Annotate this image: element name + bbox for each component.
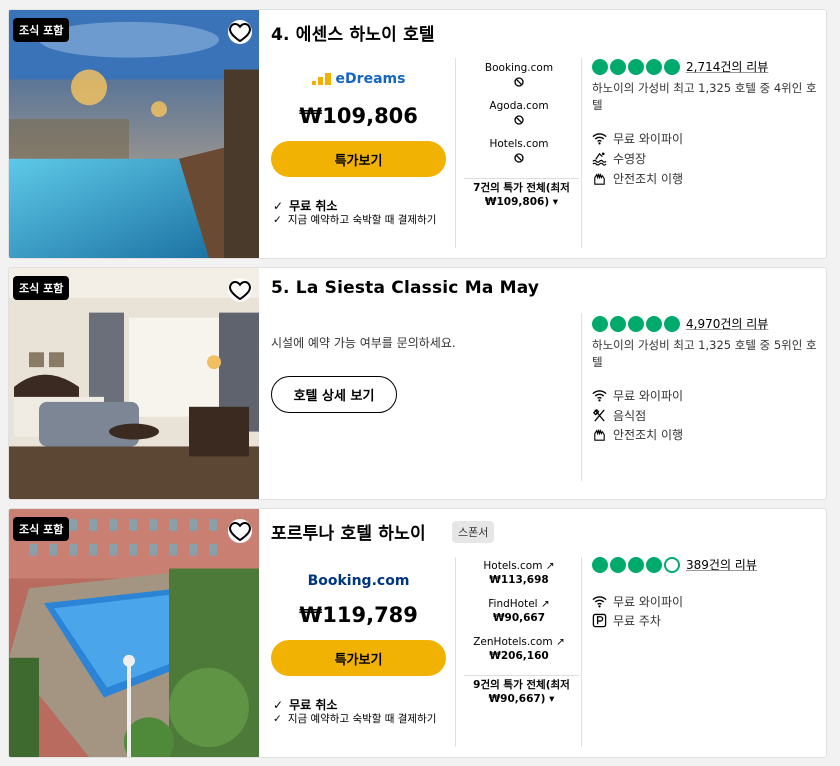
edreams-logo: eDreams: [271, 70, 446, 89]
booking-logo: Booking.com: [307, 573, 410, 589]
hotel-photo[interactable]: 조식 포함: [9, 10, 259, 258]
rating-bubble: [610, 58, 626, 75]
rating-bubble: [664, 315, 680, 332]
divider: [581, 313, 582, 481]
all-deals-link[interactable]: 7건의 특가 전체(최저 ₩109,806) ▾: [464, 178, 579, 209]
amenity-safety: 안전조치 이행: [592, 426, 683, 443]
divider: [581, 557, 582, 747]
view-hotel-details-button[interactable]: 호텔 상세 보기: [271, 376, 397, 413]
caret-down-icon: ▾: [552, 196, 559, 208]
all-deals-link[interactable]: 9건의 특가 전체(최저 ₩90,667) ▾: [464, 675, 579, 706]
breakfast-badge: 조식 포함: [13, 18, 70, 42]
provider-findhotel[interactable]: FindHotel ↗ ₩90,667: [459, 598, 579, 624]
breakfast-badge: 조식 포함: [13, 276, 70, 300]
divider: [455, 58, 456, 248]
sponsored-badge: 스폰서: [452, 521, 495, 543]
rating-bubble: [646, 315, 662, 332]
provider-zenhotels[interactable]: ZenHotels.com ↗ ₩206,160: [459, 636, 579, 662]
pool-icon: [592, 152, 607, 166]
rating[interactable]: 389건의 리뷰: [592, 556, 757, 573]
amenity-pool: 수영장: [592, 150, 646, 167]
hand-sanitizer-icon: [594, 428, 605, 441]
amenity-safety: 안전조치 이행: [592, 170, 683, 187]
rating-bubble: [628, 58, 644, 75]
breakfast-badge: 조식 포함: [13, 517, 70, 541]
wifi-icon: [592, 596, 607, 608]
price: ₩119,789: [299, 603, 418, 627]
heart-icon: [229, 22, 251, 43]
hotel-card-fortuna[interactable]: 조식 포함 포르투나 호텔 하노이 스폰서 Booking.com ₩119,7…: [8, 508, 827, 758]
external-link-icon: ↗: [545, 560, 555, 572]
provider-hotels[interactable]: Hotels.com: [459, 138, 579, 163]
parking-icon: [592, 613, 607, 628]
check-icon: ✓: [273, 198, 284, 213]
rating-bubble: [628, 315, 644, 332]
divider: [581, 58, 582, 248]
rating-bubble-empty: [664, 556, 680, 573]
wifi-icon: [592, 133, 607, 145]
pay-later: ✓ 지금 예약하고 숙박할 때 결제하기: [273, 214, 437, 226]
external-link-icon: ↗: [540, 598, 550, 610]
hotel-card-essence[interactable]: 조식 포함 4. 에센스 하노이 호텔 eDreams ₩109,806 특가보…: [8, 9, 827, 259]
rank-text: 하노이의 가성비 최고 1,325 호텔 중 5위인 호텔: [592, 338, 817, 369]
free-cancel: ✓ 무료 취소: [273, 697, 338, 713]
check-icon: ✓: [273, 713, 282, 725]
rating[interactable]: 2,714건의 리뷰: [592, 58, 768, 75]
provider-booking[interactable]: Booking.com: [459, 62, 579, 87]
hotel-title[interactable]: 포르투나 호텔 하노이: [271, 519, 426, 544]
hotel-photo[interactable]: 조식 포함: [9, 509, 259, 757]
hotel-title[interactable]: 5. La Siesta Classic Ma May: [271, 278, 539, 298]
rating[interactable]: 4,970건의 리뷰: [592, 315, 768, 332]
hotel-title[interactable]: 4. 에센스 하노이 호텔: [271, 20, 435, 45]
edreams-logo-icon: [311, 73, 331, 85]
amenity-wifi: 무료 와이파이: [592, 593, 683, 610]
rating-bubble: [610, 315, 626, 332]
check-icon: ✓: [273, 214, 282, 226]
unavailable-icon: [514, 153, 524, 163]
availability-inquiry: 시설에 예약 가능 여부를 문의하세요.: [271, 336, 456, 350]
unavailable-icon: [514, 115, 524, 125]
external-link-icon: ↗: [555, 636, 565, 648]
pay-later: ✓ 지금 예약하고 숙박할 때 결제하기: [273, 713, 437, 725]
save-heart-button[interactable]: [228, 278, 252, 302]
provider-hotels[interactable]: Hotels.com ↗ ₩113,698: [459, 560, 579, 586]
heart-icon: [229, 521, 251, 542]
amenity-restaurant: 음식점: [592, 407, 646, 424]
rating-bubble: [592, 556, 608, 573]
caret-down-icon: ▾: [549, 693, 555, 705]
amenity-wifi: 무료 와이파이: [592, 130, 683, 147]
rank-text: 하노이의 가성비 최고 1,325 호텔 중 4위인 호텔: [592, 81, 817, 112]
rating-bubble: [646, 58, 662, 75]
check-icon: ✓: [273, 697, 284, 712]
hotel-card-la-siesta[interactable]: 조식 포함 5. La Siesta Classic Ma May 시설에 예약…: [8, 267, 827, 500]
rating-bubble: [664, 58, 680, 75]
rating-bubble: [592, 315, 608, 332]
free-cancel: ✓ 무료 취소: [273, 198, 338, 214]
amenity-wifi: 무료 와이파이: [592, 387, 683, 404]
hotel-photo[interactable]: 조식 포함: [9, 268, 259, 499]
heart-icon: [229, 280, 251, 301]
rating-bubble: [592, 58, 608, 75]
rating-bubble: [628, 556, 644, 573]
rating-bubble: [610, 556, 626, 573]
view-deal-button[interactable]: 특가보기: [271, 640, 446, 676]
save-heart-button[interactable]: [228, 20, 252, 44]
unavailable-icon: [514, 77, 524, 87]
save-heart-button[interactable]: [228, 519, 252, 543]
view-deal-button[interactable]: 특가보기: [271, 141, 446, 177]
price: ₩109,806: [299, 104, 418, 128]
provider-agoda[interactable]: Agoda.com: [459, 100, 579, 125]
restaurant-icon: [592, 408, 605, 422]
hand-sanitizer-icon: [594, 172, 605, 185]
amenity-parking: 무료 주차: [592, 612, 661, 629]
wifi-icon: [592, 390, 607, 402]
rating-bubble: [646, 556, 662, 573]
review-count[interactable]: 2,714건의 리뷰: [686, 58, 768, 75]
review-count[interactable]: 389건의 리뷰: [686, 556, 757, 573]
divider: [455, 557, 456, 747]
review-count[interactable]: 4,970건의 리뷰: [686, 315, 768, 332]
